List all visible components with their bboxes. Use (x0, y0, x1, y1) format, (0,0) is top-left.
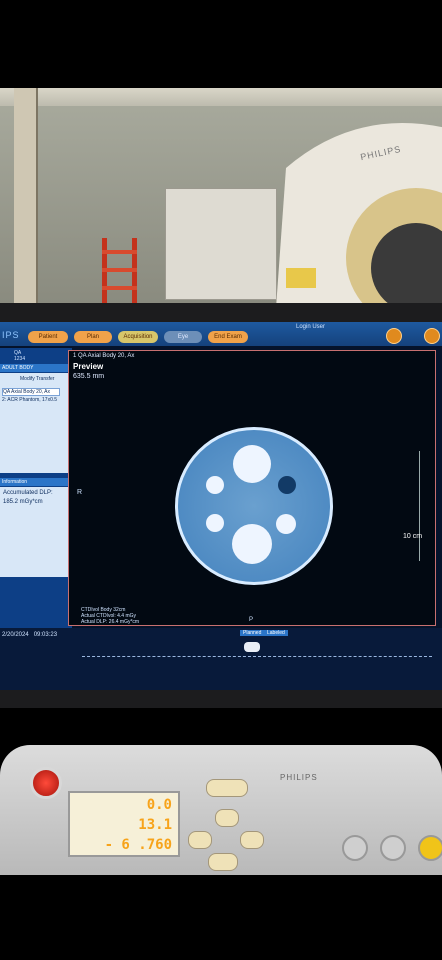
phantom-insert (206, 476, 224, 494)
orientation-posterior: P (249, 617, 254, 623)
position-display: 0.0 13.1 - 6 .760 (68, 791, 180, 857)
series-list: Modify Transfer QA Axial Body 20, Ax 2: … (0, 373, 70, 473)
console-brand-label: PHILIPS (280, 773, 318, 782)
information-header: Information (0, 478, 70, 486)
time: 09:03:23 (33, 632, 58, 638)
move-right-button[interactable] (240, 831, 264, 849)
dlp-value: 185.2 mGy*cm (3, 499, 43, 505)
fov-label: 635.5 mm (73, 373, 105, 380)
scale-ruler (419, 451, 426, 561)
patient-number: 1234 (14, 356, 26, 362)
series-item[interactable]: QA Axial Body 20, Ax (2, 388, 60, 396)
timeline-label: Planned (240, 630, 265, 636)
move-left-button[interactable] (188, 831, 212, 849)
phantom-insert (232, 524, 272, 564)
information-panel: Accumulated DLP: 185.2 mGy*cm (0, 487, 70, 577)
help-button[interactable] (424, 328, 440, 344)
dose-info: CTDIvol Body 32cm Actual CTDIvol: 4.4 mG… (81, 607, 139, 625)
left-panel: QA 1234 ADULT BODY Modify Transfer QA Ax… (0, 348, 72, 648)
power-button[interactable] (418, 835, 442, 861)
move-up-button[interactable] (206, 779, 248, 797)
dlp-label: Accumulated DLP: (3, 490, 53, 496)
auto-scan-button[interactable] (380, 835, 406, 861)
wall-cabinet (165, 188, 277, 300)
timeline-marker[interactable] (244, 642, 260, 652)
ct-phantom-image (175, 427, 333, 585)
control-console: 0.0 13.1 - 6 .760 PHILIPS (0, 745, 442, 875)
tab-end-exam[interactable]: End Exam (208, 331, 248, 343)
ladder (102, 238, 137, 303)
brand-logo: IPS (2, 330, 20, 340)
timeline-label: Labeled (264, 630, 288, 636)
timeline-track[interactable] (82, 656, 432, 658)
tab-acquisition[interactable]: Acquisition (118, 331, 158, 343)
lcd-readout: 13.1 (138, 817, 172, 833)
phantom-insert (276, 514, 296, 534)
orientation-right: R (77, 489, 83, 496)
date: 2/20/2024 (2, 632, 29, 638)
scale-label: 10 cm (403, 533, 423, 540)
image-viewer[interactable]: 1 QA Axial Body 20, Ax Preview 635.5 mm … (68, 350, 436, 626)
tab-plan[interactable]: Plan (74, 331, 112, 343)
tab-patient[interactable]: Patient (28, 331, 68, 343)
table-control-pad (186, 775, 266, 875)
lcd-readout: - 6 .760 (104, 837, 172, 853)
ceiling (0, 88, 442, 106)
ct-scanner-gantry (276, 123, 442, 303)
emergency-stop-button[interactable] (30, 767, 62, 799)
protocol-header: ADULT BODY (0, 364, 70, 372)
move-down-button[interactable] (208, 853, 238, 871)
phantom-insert (233, 445, 271, 483)
lcd-readout: 0.0 (146, 797, 172, 813)
phantom-insert (206, 514, 224, 532)
scanner-room: PHILIPS (0, 88, 442, 303)
series-title: 1 QA Axial Body 20, Ax (73, 353, 135, 359)
monitor-screen: IPS Patient Plan Acquisition Eye End Exa… (0, 322, 442, 690)
date-time: 2/20/2024 09:03:23 (2, 632, 57, 638)
phantom-insert (278, 476, 296, 494)
timeline-strip: 2/20/2024 09:03:23 Planned Labeled (0, 628, 442, 690)
login-user[interactable]: Login User (296, 324, 325, 330)
manual-scan-button[interactable] (342, 835, 368, 861)
pause-button[interactable] (386, 328, 402, 344)
tab-eye[interactable]: Eye (164, 331, 202, 343)
center-button[interactable] (215, 809, 239, 827)
dose-line: Actual DLP: 26.4 mGy*cm (81, 619, 140, 625)
top-toolbar: IPS Patient Plan Acquisition Eye End Exa… (0, 322, 442, 346)
modify-transfer-button[interactable]: Modify Transfer (20, 376, 54, 382)
series-item[interactable]: 2: ACR Phantom, 17x0.5 (2, 397, 57, 403)
window-frame (14, 88, 38, 303)
preview-label: Preview (73, 362, 104, 371)
